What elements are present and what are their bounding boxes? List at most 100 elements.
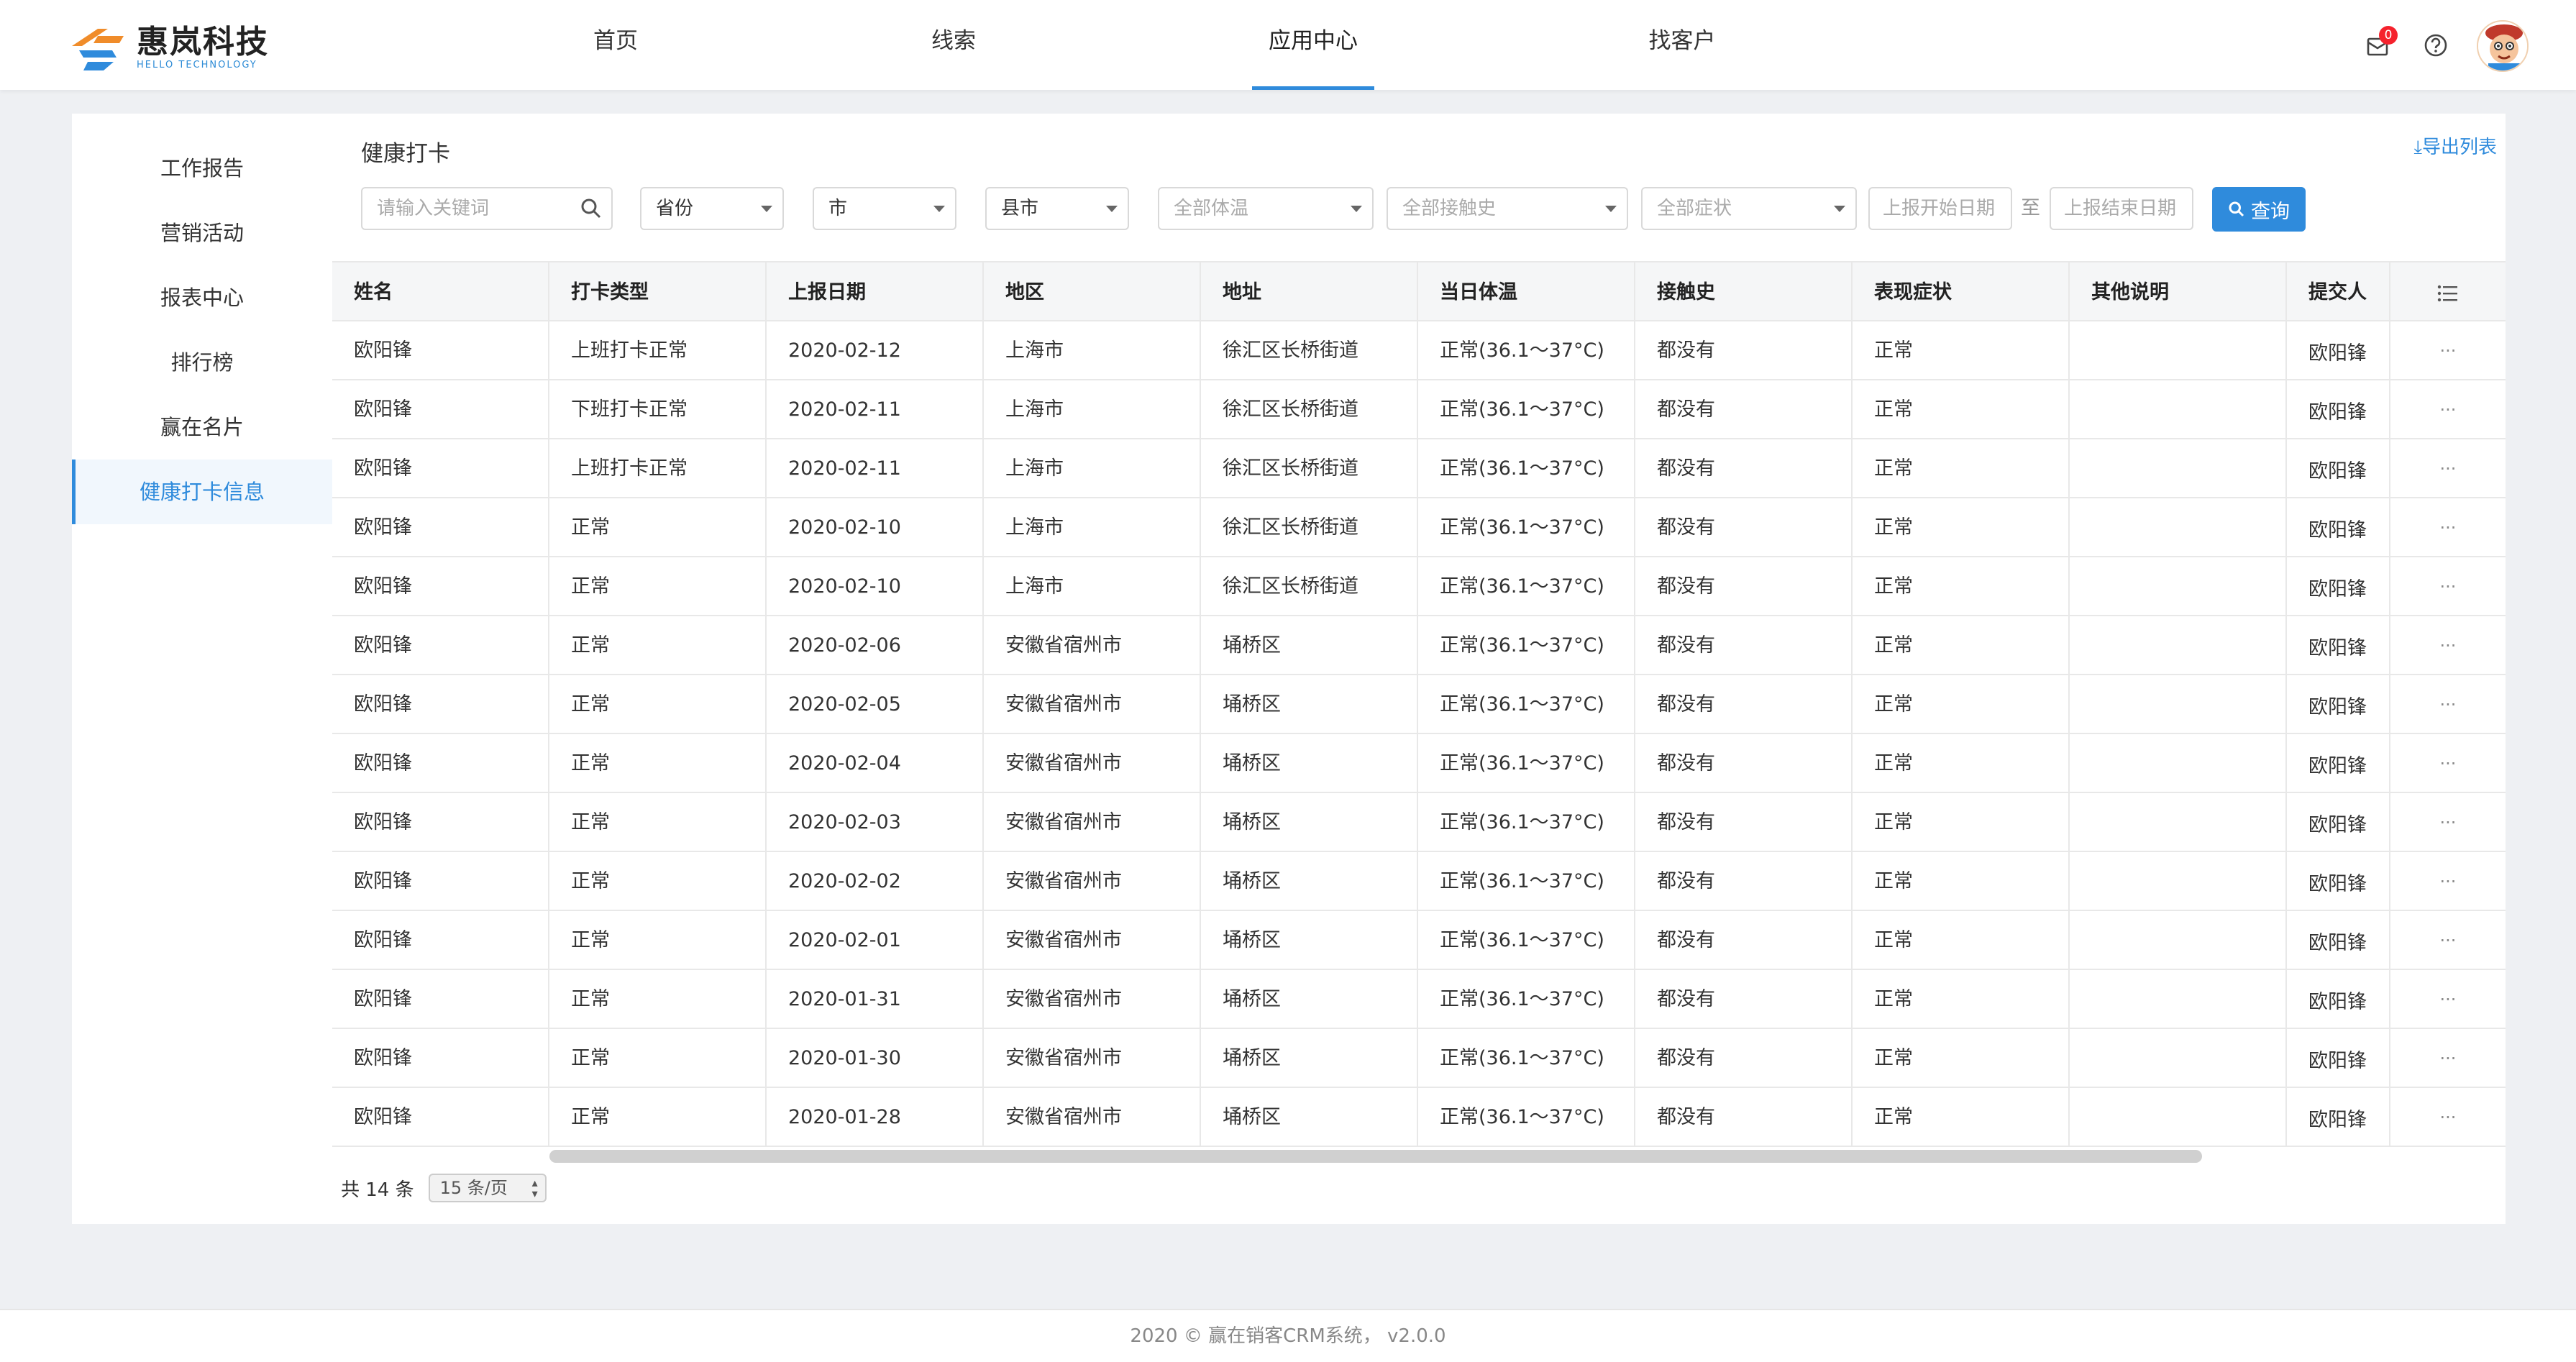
temperature-select[interactable]: 全部体温 xyxy=(1158,187,1374,230)
symptom-value: 全部症状 xyxy=(1657,198,1732,219)
table-row[interactable]: 欧阳锋 正常 2020-02-01 安徽省宿州市 埇桥区 正常(36.1～37°C) 都没有… xyxy=(332,911,2506,970)
nav-app-center[interactable]: 应用中心 xyxy=(1252,0,1374,90)
cell-address: 埇桥区 xyxy=(1201,675,1418,733)
city-value: 市 xyxy=(828,198,848,219)
sidebar-item-business-card[interactable]: 赢在名片 xyxy=(72,395,332,460)
end-date-input[interactable]: 上报结束日期 xyxy=(2050,187,2193,230)
cell-other-notes xyxy=(2070,852,2287,910)
nav-leads[interactable]: 线索 xyxy=(913,0,994,90)
table-row[interactable]: 欧阳锋 正常 2020-01-28 安徽省宿州市 埇桥区 正常(36.1～37°C) 都没有… xyxy=(332,1088,2506,1147)
cell-checkin-type: 下班打卡正常 xyxy=(549,380,767,438)
table-row[interactable]: 欧阳锋 正常 2020-02-02 安徽省宿州市 埇桥区 正常(36.1～37°C) 都没有… xyxy=(332,852,2506,911)
cell-region: 上海市 xyxy=(984,557,1201,615)
updown-arrows-icon: ▴ ▾ xyxy=(531,1176,538,1200)
sidebar: 工作报告 营销活动 报表中心 排行榜 赢在名片 健康打卡信息 xyxy=(72,114,332,1224)
row-more-actions-icon[interactable]: ··· xyxy=(2390,675,2506,733)
row-more-actions-icon[interactable]: ··· xyxy=(2390,439,2506,497)
brand-logo[interactable]: 惠岚科技 HELLO TECHNOLOGY xyxy=(69,24,269,72)
column-settings-icon[interactable] xyxy=(2390,262,2506,320)
cell-name: 欧阳锋 xyxy=(332,1088,549,1146)
province-select[interactable]: 省份 xyxy=(640,187,784,230)
horizontal-scrollbar[interactable] xyxy=(549,1150,2202,1163)
row-more-actions-icon[interactable]: ··· xyxy=(2390,616,2506,674)
cell-address: 埇桥区 xyxy=(1201,970,1418,1028)
cell-region: 安徽省宿州市 xyxy=(984,793,1201,851)
table-row[interactable]: 欧阳锋 正常 2020-01-31 安徽省宿州市 埇桥区 正常(36.1～37°C) 都没有… xyxy=(332,970,2506,1029)
row-more-actions-icon[interactable]: ··· xyxy=(2390,970,2506,1028)
cell-address: 埇桥区 xyxy=(1201,616,1418,674)
sidebar-item-marketing[interactable]: 营销活动 xyxy=(72,201,332,265)
row-more-actions-icon[interactable]: ··· xyxy=(2390,852,2506,910)
cell-report-date: 2020-02-10 xyxy=(767,557,984,615)
column-header: 提交人 xyxy=(2287,262,2390,320)
row-more-actions-icon[interactable]: ··· xyxy=(2390,911,2506,969)
cell-checkin-type: 正常 xyxy=(549,1029,767,1087)
table-row[interactable]: 欧阳锋 正常 2020-02-05 安徽省宿州市 埇桥区 正常(36.1～37°C) 都没有… xyxy=(332,675,2506,734)
city-select[interactable]: 市 xyxy=(813,187,956,230)
chevron-down-icon xyxy=(1605,206,1617,212)
sidebar-item-work-report[interactable]: 工作报告 xyxy=(72,136,332,201)
cell-temperature: 正常(36.1～37°C) xyxy=(1418,321,1635,379)
search-placeholder: 请输入关键词 xyxy=(377,198,490,219)
row-more-actions-icon[interactable]: ··· xyxy=(2390,1029,2506,1087)
user-avatar[interactable] xyxy=(2477,20,2529,72)
sidebar-item-health-checkin[interactable]: 健康打卡信息 xyxy=(72,460,332,524)
table-row[interactable]: 欧阳锋 上班打卡正常 2020-02-11 上海市 徐汇区长桥街道 正常(36.1～37°… xyxy=(332,439,2506,498)
cell-contact-history: 都没有 xyxy=(1635,734,1853,792)
bell-icon[interactable]: 0 xyxy=(2366,26,2398,58)
start-date-input[interactable]: 上报开始日期 xyxy=(1868,187,2012,230)
row-more-actions-icon[interactable]: ··· xyxy=(2390,1088,2506,1146)
cell-contact-history: 都没有 xyxy=(1635,557,1853,615)
cell-checkin-type: 正常 xyxy=(549,911,767,969)
chevron-down-icon xyxy=(1351,206,1362,212)
cell-region: 安徽省宿州市 xyxy=(984,970,1201,1028)
row-more-actions-icon[interactable]: ··· xyxy=(2390,734,2506,792)
cell-name: 欧阳锋 xyxy=(332,793,549,851)
row-more-actions-icon[interactable]: ··· xyxy=(2390,793,2506,851)
page-size-select[interactable]: 15 条/页 ▴ ▾ xyxy=(428,1174,547,1202)
table-row[interactable]: 欧阳锋 上班打卡正常 2020-02-12 上海市 徐汇区长桥街道 正常(36.1～37°… xyxy=(332,321,2506,380)
cell-contact-history: 都没有 xyxy=(1635,911,1853,969)
cell-other-notes xyxy=(2070,675,2287,733)
cell-temperature: 正常(36.1～37°C) xyxy=(1418,616,1635,674)
row-more-actions-icon[interactable]: ··· xyxy=(2390,498,2506,556)
main-panel: 健康打卡 ⤓导出列表 请输入关键词 省份 市 县市 全部体温 全部接触史 全部症… xyxy=(332,114,2506,1224)
table-header: 姓名 打卡类型 上报日期 地区 地址 当日体温 接触史 表现症状 其他说明 提交人 xyxy=(332,261,2506,321)
temperature-value: 全部体温 xyxy=(1174,198,1249,219)
cell-symptom: 正常 xyxy=(1853,734,2070,792)
table-row[interactable]: 欧阳锋 正常 2020-02-10 上海市 徐汇区长桥街道 正常(36.1～37°C) 都没… xyxy=(332,498,2506,557)
table-row[interactable]: 欧阳锋 正常 2020-01-30 安徽省宿州市 埇桥区 正常(36.1～37°C) 都没有… xyxy=(332,1029,2506,1088)
nav-home[interactable]: 首页 xyxy=(575,0,656,90)
export-list-link[interactable]: ⤓导出列表 xyxy=(2413,132,2497,159)
row-more-actions-icon[interactable]: ··· xyxy=(2390,557,2506,615)
nav-find-customers[interactable]: 找客户 xyxy=(1642,0,1722,90)
health-checkin-table: 姓名 打卡类型 上报日期 地区 地址 当日体温 接触史 表现症状 其他说明 提交人 欧阳锋 上班打卡… xyxy=(332,261,2506,1147)
query-button[interactable]: 查询 xyxy=(2212,187,2306,232)
county-value: 县市 xyxy=(1001,198,1039,219)
symptom-select[interactable]: 全部症状 xyxy=(1641,187,1857,230)
footer: 2020 © 赢在销客CRM系统， v2.0.0 xyxy=(0,1309,2576,1362)
sidebar-item-reports[interactable]: 报表中心 xyxy=(72,265,332,330)
county-select[interactable]: 县市 xyxy=(985,187,1129,230)
sidebar-item-leaderboard[interactable]: 排行榜 xyxy=(72,330,332,395)
cell-submitter: 欧阳锋 xyxy=(2287,557,2390,615)
cell-region: 安徽省宿州市 xyxy=(984,911,1201,969)
table-row[interactable]: 欧阳锋 正常 2020-02-04 安徽省宿州市 埇桥区 正常(36.1～37°C) 都没有… xyxy=(332,734,2506,793)
cell-temperature: 正常(36.1～37°C) xyxy=(1418,911,1635,969)
row-more-actions-icon[interactable]: ··· xyxy=(2390,321,2506,379)
cell-report-date: 2020-02-04 xyxy=(767,734,984,792)
cell-contact-history: 都没有 xyxy=(1635,321,1853,379)
search-input[interactable]: 请输入关键词 xyxy=(361,187,613,230)
search-icon[interactable] xyxy=(580,197,603,220)
row-more-actions-icon[interactable]: ··· xyxy=(2390,380,2506,438)
table-row[interactable]: 欧阳锋 正常 2020-02-06 安徽省宿州市 埇桥区 正常(36.1～37°C) 都没有… xyxy=(332,616,2506,675)
table-row[interactable]: 欧阳锋 下班打卡正常 2020-02-11 上海市 徐汇区长桥街道 正常(36.1～37°… xyxy=(332,380,2506,439)
contact-select[interactable]: 全部接触史 xyxy=(1387,187,1628,230)
column-header: 接触史 xyxy=(1635,262,1853,320)
cell-other-notes xyxy=(2070,734,2287,792)
cell-report-date: 2020-01-30 xyxy=(767,1029,984,1087)
help-icon[interactable] xyxy=(2424,33,2448,58)
table-row[interactable]: 欧阳锋 正常 2020-02-03 安徽省宿州市 埇桥区 正常(36.1～37°C) 都没有… xyxy=(332,793,2506,852)
table-row[interactable]: 欧阳锋 正常 2020-02-10 上海市 徐汇区长桥街道 正常(36.1～37°C) 都没… xyxy=(332,557,2506,616)
cell-submitter: 欧阳锋 xyxy=(2287,380,2390,438)
